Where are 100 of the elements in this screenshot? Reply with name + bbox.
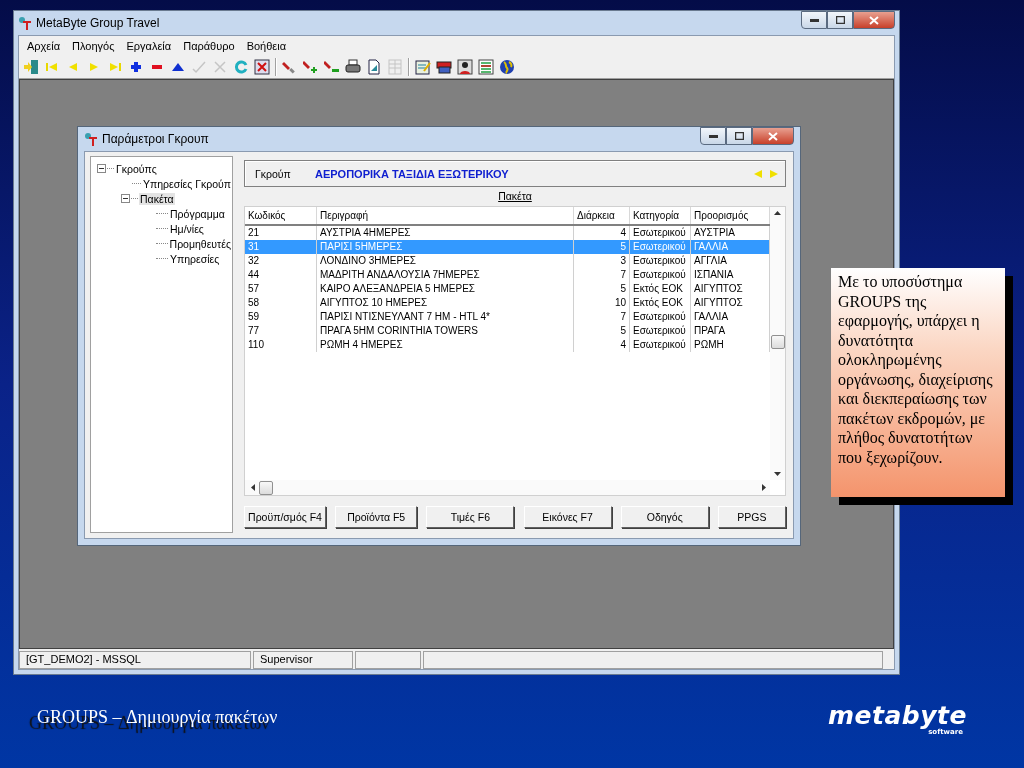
list-icon[interactable]: [478, 59, 494, 75]
section-title: Πακέτα: [498, 190, 532, 202]
table-cell: Εσωτερικού: [630, 338, 691, 352]
table-cell: 110: [245, 338, 317, 352]
tree-item[interactable]: Πρόγραμμα: [169, 207, 226, 220]
app-logo-icon: [18, 16, 32, 30]
status-panel: Supervisor: [253, 651, 353, 669]
flashlight-add-icon[interactable]: [303, 59, 319, 75]
column-header[interactable]: Κωδικός: [245, 207, 317, 224]
table-cell: 5: [574, 282, 630, 296]
scroll-thumb[interactable]: [770, 335, 785, 349]
document-icon[interactable]: [366, 59, 382, 75]
table-cell: Εκτός ΕΟΚ: [630, 296, 691, 310]
table-cell: 10: [574, 296, 630, 310]
table-cell: Εσωτερικού: [630, 324, 691, 338]
maximize-button[interactable]: [726, 127, 752, 145]
printer-icon[interactable]: [345, 59, 361, 75]
vertical-scrollbar[interactable]: [770, 207, 785, 480]
table-cell: ΠΡΑΓΑ 5ΗΜ CORINTHIA TOWERS: [317, 324, 574, 338]
minimize-button[interactable]: [700, 127, 726, 145]
close-icon: [768, 131, 778, 141]
notepad-icon[interactable]: [415, 59, 431, 75]
tree-item[interactable]: Υπηρεσίες: [169, 252, 221, 265]
table-cell: 7: [574, 310, 630, 324]
maximize-button[interactable]: [827, 11, 853, 29]
menu-item[interactable]: Εργαλεία: [120, 40, 178, 52]
window-title: MetaByte Group Travel: [36, 16, 160, 30]
action-button[interactable]: Οδηγός: [620, 506, 709, 528]
collapse-icon[interactable]: [121, 194, 130, 203]
table-cell: ΛΟΝΔΙΝΟ 3ΗΜΕΡΕΣ: [317, 254, 574, 268]
action-button[interactable]: Εικόνες F7: [523, 506, 612, 528]
logo-name: metabyte: [828, 702, 967, 730]
action-button[interactable]: Τιμές F6: [426, 506, 515, 528]
table-cell: Εσωτερικού: [630, 254, 691, 268]
minimize-button[interactable]: [801, 11, 827, 29]
table-cell: 4: [574, 338, 630, 352]
status-panel: [355, 651, 421, 669]
action-button[interactable]: PPGS: [717, 506, 786, 528]
collapse-icon[interactable]: [97, 164, 106, 173]
status-panel: [GT_DEMO2] - MSSQL: [19, 651, 251, 669]
table-cell: ΠΑΡΙΣΙ ΝΤΙΣΝΕΥΛΑΝΤ 7 ΗΜ - HTL 4*: [317, 310, 574, 324]
action-button[interactable]: Προϊόντα F5: [335, 506, 418, 528]
flashlight-icon[interactable]: [282, 59, 298, 75]
menu-item[interactable]: Πλοηγός: [66, 40, 121, 52]
table-cell: Εσωτερικού: [630, 310, 691, 324]
table-cell: 3: [574, 254, 630, 268]
scroll-up-icon[interactable]: [774, 211, 781, 215]
menu-item[interactable]: Αρχεία: [21, 40, 67, 52]
table-cell: ΑΙΓΥΠΤΟΣ 10 ΗΜΕΡΕΣ: [317, 296, 574, 310]
table-cell: ΜΑΔΡΙΤΗ ΑΝΔΑΛΟΥΣΙΑ 7ΗΜΕΡΕΣ: [317, 268, 574, 282]
close-icon: [869, 15, 879, 25]
action-button[interactable]: Προϋπ/σμός F4: [244, 506, 326, 528]
person-icon[interactable]: [457, 59, 473, 75]
scroll-right-icon[interactable]: [762, 484, 766, 491]
close-button[interactable]: [853, 11, 895, 29]
table-cell: 57: [245, 282, 317, 296]
scroll-left-icon[interactable]: [251, 484, 255, 491]
globe-icon[interactable]: [499, 59, 515, 75]
maximize-icon: [734, 132, 744, 140]
maximize-icon: [835, 16, 845, 24]
minimize-icon: [809, 18, 819, 22]
table-cell: Εκτός ΕΟΚ: [630, 282, 691, 296]
table-cell: 31: [245, 240, 317, 254]
tree-item[interactable]: Υπηρεσίες Γκρούπ: [141, 177, 232, 190]
group-label: Γκρούπ: [255, 167, 291, 180]
table-cell: ΡΩΜΗ 4 ΗΜΕΡΕΣ: [317, 338, 574, 352]
flashlight-remove-icon[interactable]: [324, 59, 340, 75]
tree-item[interactable]: Προμηθευτές: [168, 237, 232, 250]
table-cell: ΚΑΙΡΟ ΑΛΕΞΑΝΔΡΕΙΑ 5 ΗΜΕΡΕΣ: [317, 282, 574, 296]
column-header[interactable]: Περιγραφή: [317, 207, 574, 224]
folders-icon[interactable]: [436, 59, 452, 75]
table-cell: 5: [574, 324, 630, 338]
tree-item[interactable]: Γκρούπς: [115, 162, 158, 175]
table-cell: Εσωτερικού: [630, 268, 691, 282]
table-cell: 7: [574, 268, 630, 282]
table-cell: ΠΑΡΙΣΙ 5ΗΜΕΡΕΣ: [317, 240, 574, 254]
exit-door-icon[interactable]: [23, 59, 39, 75]
tree-item[interactable]: Ημ/νίες: [169, 222, 205, 235]
dialog-title: Παράμετροι Γκρουπ: [102, 132, 209, 146]
tree-item[interactable]: Πακέτα: [139, 192, 175, 205]
menu-item[interactable]: Βοήθεια: [240, 40, 293, 52]
group-value: ΑΕΡΟΠΟΡΙΚΑ ΤΑΞΙΔΙΑ ΕΞΩΤΕΡΙΚΟΥ: [315, 167, 509, 180]
menu-item[interactable]: Παράθυρο: [177, 40, 241, 52]
column-header[interactable]: Κατηγορία: [630, 207, 691, 224]
table-cell: 44: [245, 268, 317, 282]
scroll-thumb[interactable]: [259, 480, 273, 495]
table-cell: 77: [245, 324, 317, 338]
table-cell: 5: [574, 240, 630, 254]
scroll-down-icon[interactable]: [774, 472, 781, 476]
close-window-icon[interactable]: [254, 59, 270, 75]
column-header[interactable]: Διάρκεια: [574, 207, 630, 224]
horizontal-scrollbar[interactable]: [245, 480, 770, 495]
close-button[interactable]: [752, 127, 794, 145]
table-cell: Εσωτερικού: [630, 240, 691, 254]
table-cell: 32: [245, 254, 317, 268]
minimize-icon: [708, 134, 718, 138]
add-icon[interactable]: [128, 59, 144, 75]
table-cell: 59: [245, 310, 317, 324]
table-cell: 58: [245, 296, 317, 310]
app-logo-icon: [84, 132, 98, 146]
